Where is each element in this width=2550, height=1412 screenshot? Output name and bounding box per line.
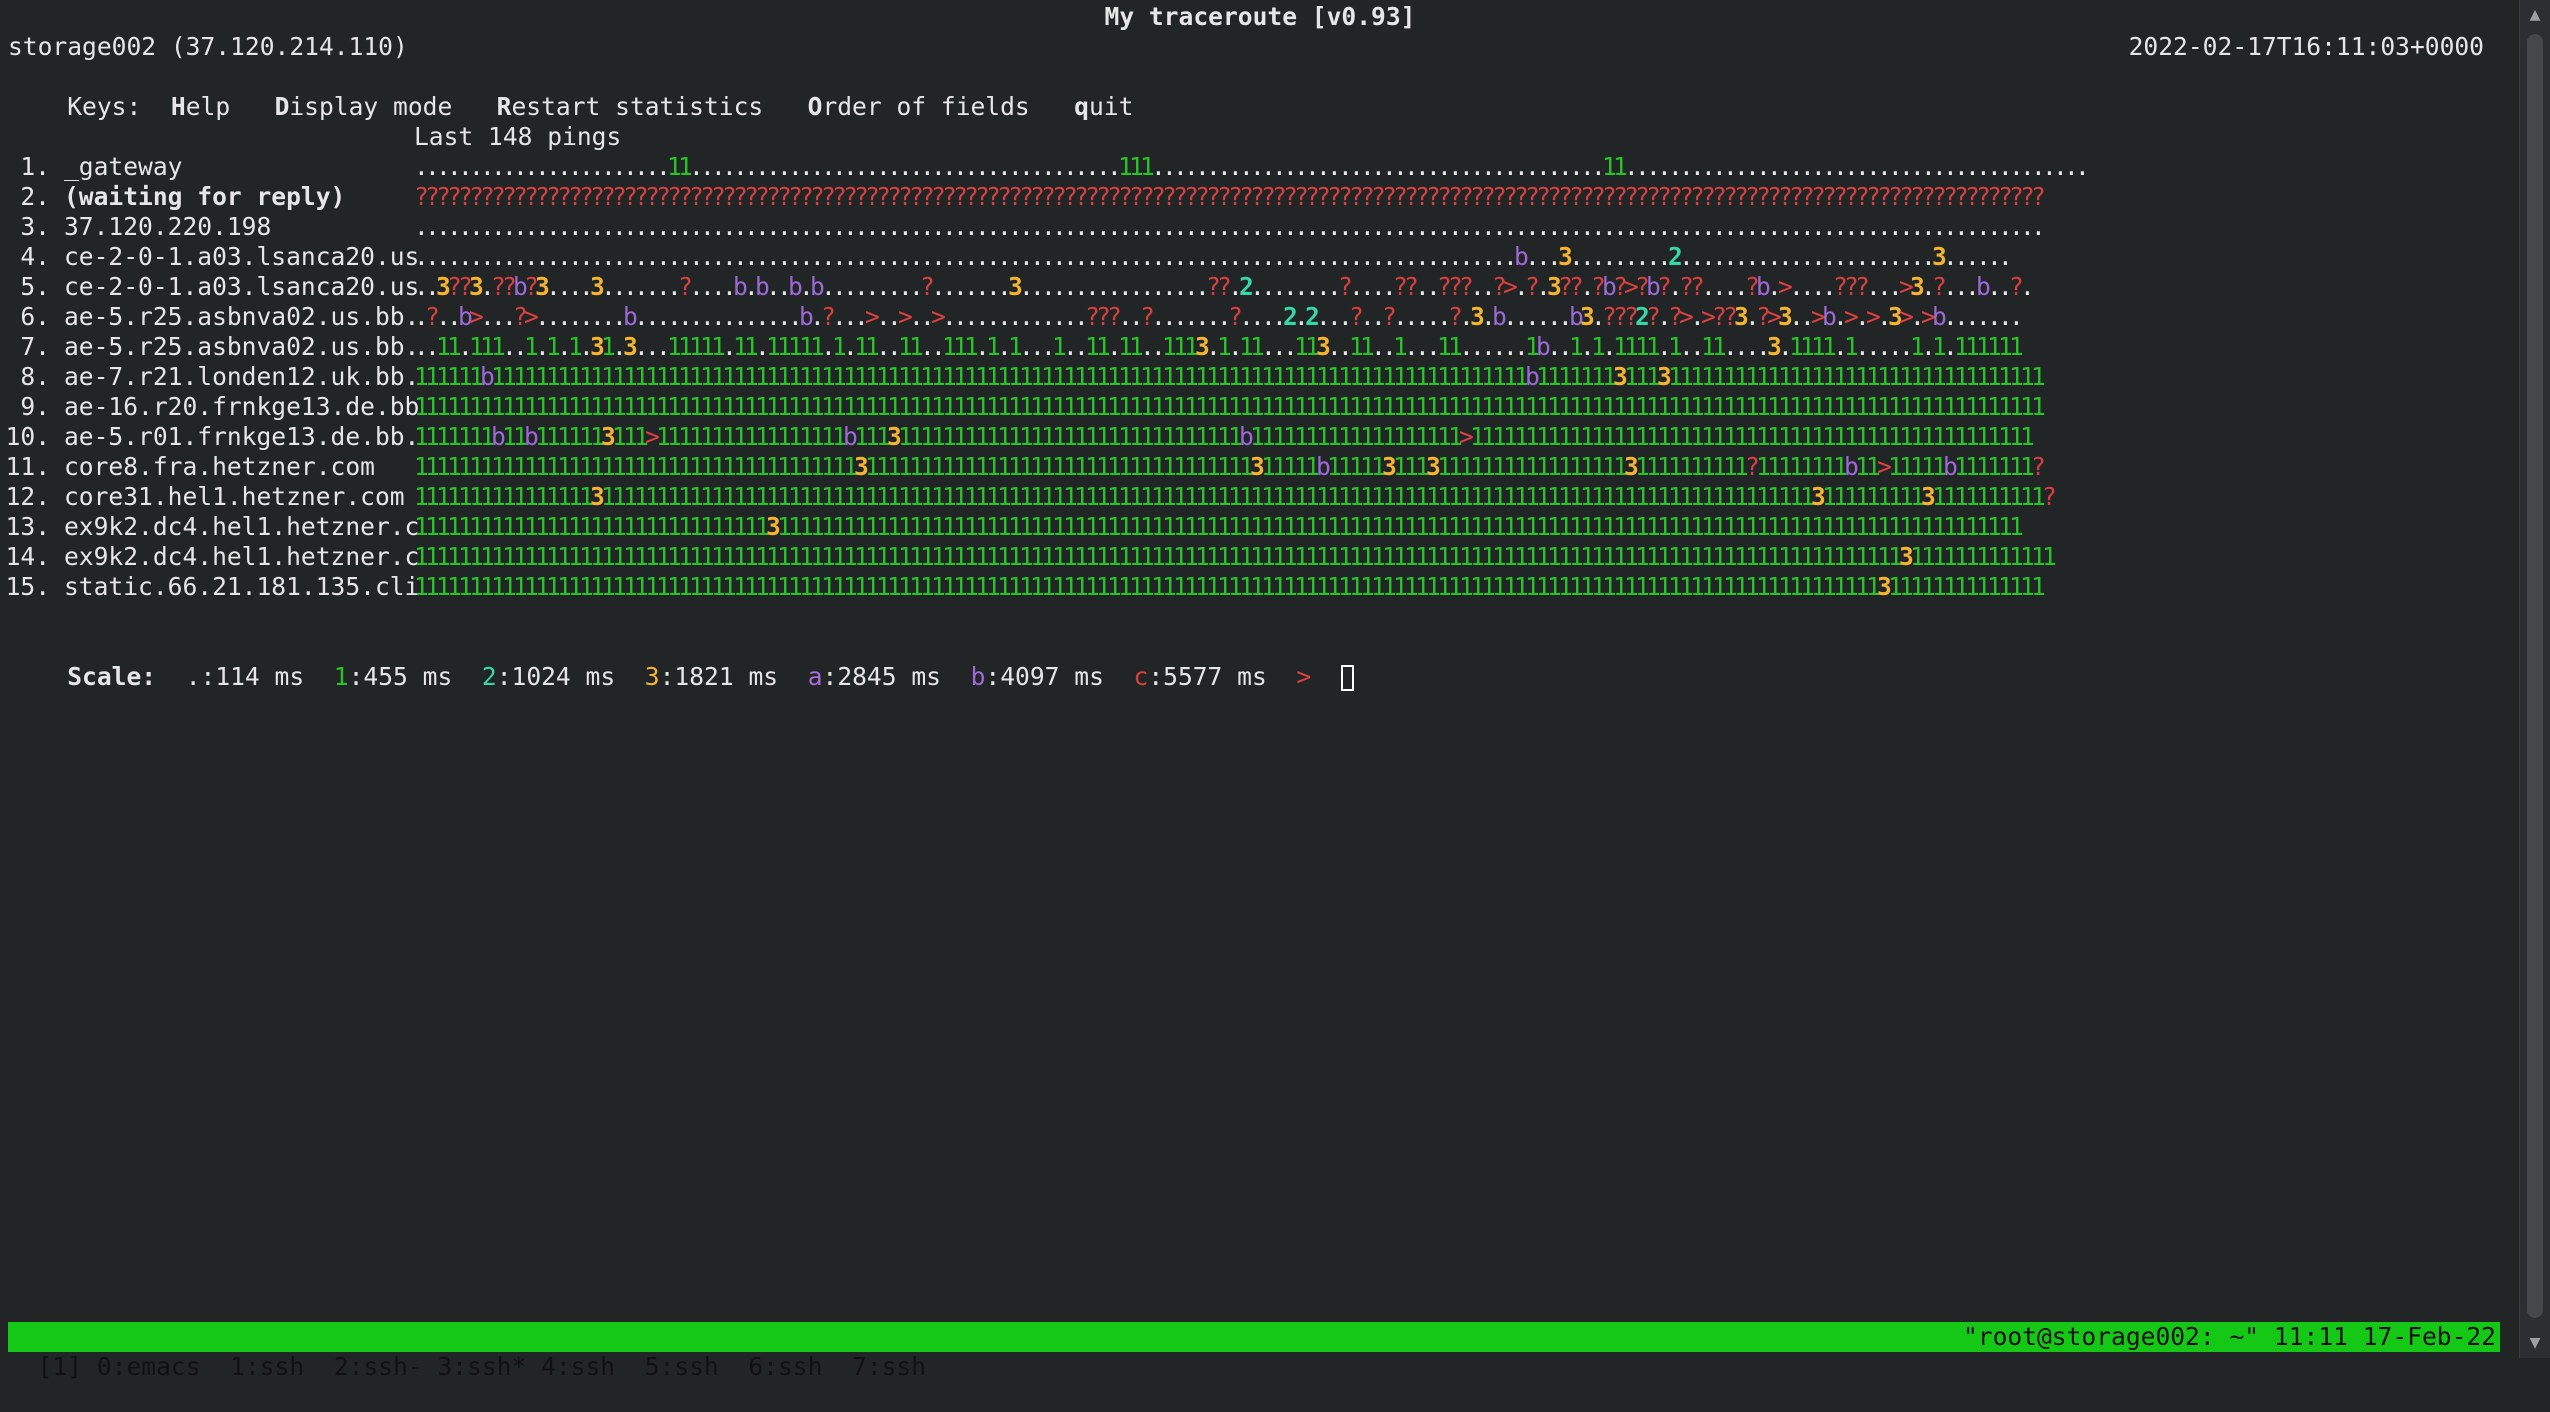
hop-hostname: ce-2-0-1.a03.lsanca20.us [64, 242, 420, 271]
scale-item: c:5577 ms [1134, 662, 1267, 691]
scale-symbol: 2 [481, 662, 497, 691]
hop-ping-history: ........................................… [414, 212, 2046, 241]
scale-value: :1024 ms [496, 662, 616, 691]
hop-hostname: ae-5.r25.asbnva02.us.bb. [64, 332, 420, 361]
key-restart-statistics[interactable]: Restart statistics [497, 92, 764, 121]
hop-ping-history: 1111111111111111311111111111111111111111… [414, 482, 2057, 511]
keys-prefix: Keys: [67, 92, 142, 121]
key-quit[interactable]: quit [1074, 92, 1133, 121]
hop-number: 3. [20, 212, 50, 241]
text-cursor [1340, 665, 1354, 691]
hop-hostname: ae-7.r21.londen12.uk.bb. [64, 362, 420, 391]
hop-ping-history: ????????????????????????????????????????… [414, 182, 2046, 211]
scale-symbol: b [970, 662, 986, 691]
hop-number: 8. [20, 362, 50, 391]
hop-hostname: ae-5.r25.asbnva02.us.bb. [64, 302, 420, 331]
scale-item: > [1296, 662, 1311, 691]
scale-symbol: 1 [333, 662, 349, 691]
scale-item: .:114 ms [186, 662, 304, 691]
scale-item: a:2845 ms [808, 662, 941, 691]
hop-hostname: core31.hel1.hetzner.com [64, 482, 405, 511]
hop-ping-history: ........................................… [414, 242, 2013, 271]
scale-label: Scale: [67, 662, 157, 691]
scroll-down-arrow-icon[interactable]: ▼ [2520, 1328, 2550, 1358]
hop-hostname: ex9k2.dc4.hel1.hetzner.c [64, 512, 420, 541]
hop-ping-history: .......................11...............… [414, 152, 2090, 181]
hop-hostname: ae-5.r01.frnkge13.de.bb. [64, 422, 420, 451]
hop-number: 13. [5, 512, 50, 541]
tmux-status-bar: [1] 0:emacs 1:ssh 2:ssh- 3:ssh* 4:ssh 5:… [8, 1322, 2500, 1381]
scale-value: :2845 ms [822, 662, 941, 691]
hop-hostname: _gateway [64, 152, 183, 181]
hop-hostname: ce-2-0-1.a03.lsanca20.us [64, 272, 420, 301]
hop-ping-history: 1111111111111111111111111111111111111111… [414, 392, 2046, 421]
hop-ping-history: 1111111111111111111111111111111111111111… [414, 572, 2046, 601]
hop-hostname: ae-16.r20.frnkge13.de.bb [64, 392, 420, 421]
key-order-of-fields[interactable]: Order of fields [808, 92, 1030, 121]
key-help[interactable]: Help [171, 92, 230, 121]
hop-hostname: (waiting for reply) [64, 182, 346, 211]
scale-value: :114 ms [200, 662, 305, 691]
terminal: My traceroute [v0.93] storage002 (37.120… [0, 0, 2520, 1358]
scale-symbol: > [1296, 662, 1312, 691]
hop-ping-history: 1111111111111111111111111111111111111111… [414, 452, 2046, 481]
hop-ping-history: ..3??3.??b?3....3.......?....b.b..b.b...… [414, 272, 2035, 301]
hop-hostname: static.66.21.181.135.cli [64, 572, 420, 601]
hop-number: 11. [5, 452, 50, 481]
scale-symbol: a [807, 662, 823, 691]
hop-number: 1. [20, 152, 50, 181]
hop-number: 6. [20, 302, 50, 331]
scale-item: b:4097 ms [971, 662, 1104, 691]
hop-ping-history: 1111111111111111111111111111111111111111… [414, 542, 2057, 571]
hop-ping-history: 1111111111111111111111111111111131111111… [414, 512, 2024, 541]
hop-number: 7. [20, 332, 50, 361]
scrollbar[interactable]: ▲ ▼ [2519, 0, 2550, 1358]
scroll-up-arrow-icon[interactable]: ▲ [2520, 0, 2550, 30]
scale-legend: Scale: .:114 ms 1:455 ms 2:1024 ms 3:182… [8, 632, 1354, 722]
hop-number: 12. [5, 482, 50, 511]
scrollbar-thumb[interactable] [2527, 34, 2543, 1318]
app-title: My traceroute [v0.93] [1104, 2, 1416, 31]
hop-hostname: 37.120.220.198 [64, 212, 272, 241]
window-list[interactable]: [1] 0:emacs 1:ssh 2:ssh- 3:ssh* 4:ssh 5:… [38, 1352, 926, 1381]
scale-value: :4097 ms [985, 662, 1104, 691]
scale-symbol: c [1133, 662, 1149, 691]
pings-header: Last 148 pings [414, 122, 622, 151]
hop-number: 9. [20, 392, 50, 421]
hop-number: 10. [5, 422, 50, 451]
hop-ping-history: 1111111b11b1111113111>11111111111111111b… [414, 422, 2035, 451]
scale-value: :1821 ms [659, 662, 779, 691]
hop-number: 15. [5, 572, 50, 601]
hop-ping-history: ..11.111..1.1.1.31.3...11111.11.11111.1.… [414, 332, 2024, 361]
hop-hostname: core8.fra.hetzner.com [64, 452, 375, 481]
scale-item: 2:1024 ms [482, 662, 615, 691]
scale-item: 3:1821 ms [645, 662, 778, 691]
hop-number: 4. [20, 242, 50, 271]
hop-number: 14. [5, 542, 50, 571]
host-label: storage002 (37.120.214.110) [8, 32, 408, 61]
scale-item: 1:455 ms [334, 662, 452, 691]
hop-number: 2. [20, 182, 50, 211]
scale-value: :455 ms [348, 662, 453, 691]
hop-hostname: ex9k2.dc4.hel1.hetzner.c [64, 542, 420, 571]
scale-symbol: 3 [644, 662, 660, 691]
session-info: "root@storage002: ~" 11:11 17-Feb-22 [1962, 1322, 2496, 1351]
scale-symbol: . [185, 662, 201, 691]
hop-ping-history: .?..b>...?>........b...............b.?..… [414, 302, 2024, 331]
scale-value: :5577 ms [1148, 662, 1267, 691]
hop-number: 5. [20, 272, 50, 301]
datetime: 2022-02-17T16:11:03+0000 [2128, 32, 2484, 61]
key-display-mode[interactable]: Display mode [275, 92, 453, 121]
hop-ping-history: 111111b111111111111111111111111111111111… [414, 362, 2046, 391]
